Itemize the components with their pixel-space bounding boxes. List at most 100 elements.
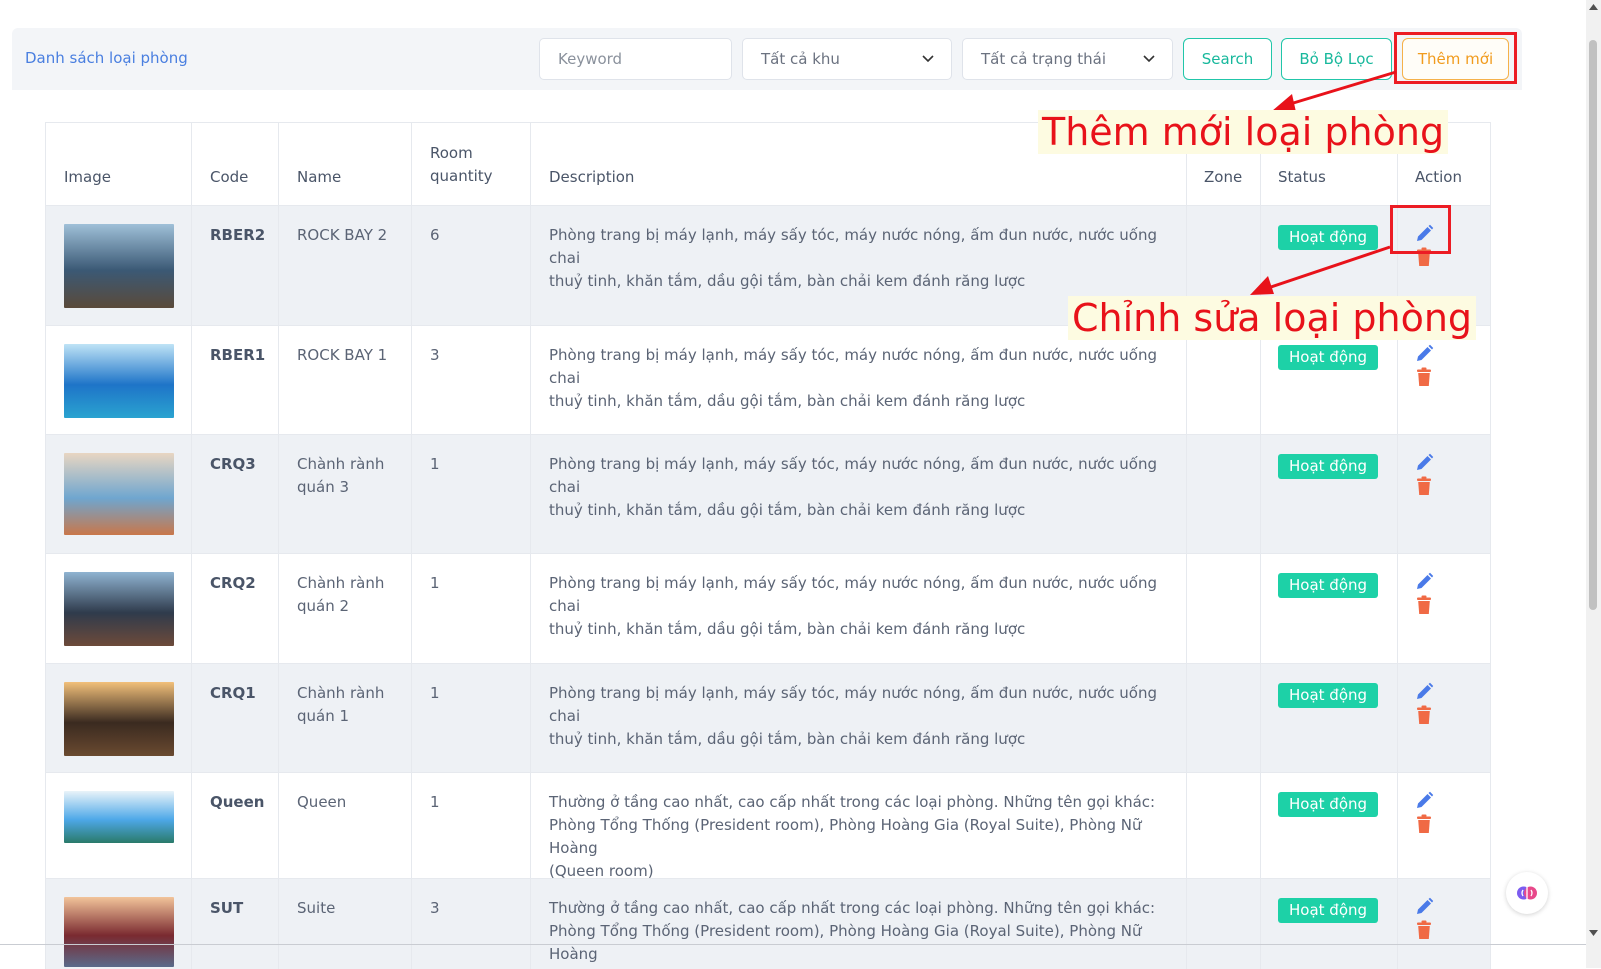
description-line1: Thường ở tầng cao nhất, cao cấp nhất tro… — [549, 899, 1156, 917]
column-header-room-quantity-line2: quantity — [430, 167, 493, 185]
room-name: ROCK BAY 2 — [297, 224, 387, 247]
room-code: CRQ3 — [210, 455, 256, 473]
status-select[interactable]: Tất cả trạng thái — [962, 38, 1173, 80]
page-scrollbar[interactable] — [1586, 0, 1601, 968]
room-name-line2: quán 2 — [297, 597, 350, 615]
room-description: Phòng trang bị máy lạnh, máy sấy tóc, má… — [549, 572, 1179, 641]
room-image — [64, 572, 174, 646]
room-quantity: 1 — [430, 684, 440, 702]
edit-pencil-icon[interactable] — [1414, 791, 1434, 811]
description-line2: thuỷ tinh, khăn tắm, dầu gội tắm, bàn ch… — [549, 501, 1026, 519]
room-code: RBER2 — [210, 226, 266, 244]
room-name-line1: Queen — [297, 793, 347, 811]
zone-select[interactable]: Tất cả khu — [742, 38, 952, 80]
description-line1: Phòng trang bị máy lạnh, máy sấy tóc, má… — [549, 455, 1157, 496]
room-name-line1: ROCK BAY 2 — [297, 226, 388, 244]
room-name: ROCK BAY 1 — [297, 344, 387, 367]
status-badge: Hoạt động — [1278, 225, 1379, 250]
chevron-down-icon — [1143, 55, 1155, 63]
room-code: CRQ2 — [210, 574, 256, 592]
trash-delete-icon[interactable] — [1414, 367, 1434, 387]
table-row: CRQ3 Chành rành quán 3 1 Phòng trang bị máy … — [46, 434, 1490, 553]
status-badge: Hoạt động — [1278, 345, 1379, 370]
room-description: Thường ở tầng cao nhất, cao cấp nhất tro… — [549, 791, 1179, 883]
room-name-line2: quán 1 — [297, 707, 350, 725]
room-name-line1: Chành rành — [297, 574, 385, 592]
status-badge: Hoạt động — [1278, 683, 1379, 708]
brain-icon — [1517, 886, 1537, 900]
room-description: Phòng trang bị máy lạnh, máy sấy tóc, má… — [549, 344, 1179, 413]
table-row: Queen Queen 1 Thường ở tầng cao nhất, cao c… — [46, 772, 1490, 880]
status-badge: Hoạt động — [1278, 573, 1379, 598]
room-description: Phòng trang bị máy lạnh, máy sấy tóc, má… — [549, 453, 1179, 522]
add-new-callout: Thêm mới loại phòng — [1038, 110, 1449, 154]
room-name: Queen — [297, 791, 346, 814]
room-image — [64, 791, 174, 843]
room-image — [64, 897, 174, 967]
edit-pencil-icon[interactable] — [1414, 572, 1434, 592]
room-image — [64, 453, 174, 535]
keyword-placeholder: Keyword — [558, 50, 623, 68]
description-line2: Phòng Tổng Thống (President room), Phòng… — [549, 816, 1142, 857]
room-name-line1: Suite — [297, 899, 336, 917]
search-button[interactable]: Search — [1183, 38, 1272, 80]
edit-pencil-icon[interactable] — [1414, 453, 1434, 473]
room-image — [64, 344, 174, 418]
edit-pencil-icon[interactable] — [1414, 344, 1434, 364]
room-type-table: Image Code Name Room quantity Descriptio… — [45, 122, 1491, 969]
add-button-highlight — [1394, 32, 1517, 84]
room-quantity: 3 — [430, 899, 440, 917]
scrollbar-thumb[interactable] — [1589, 40, 1597, 610]
room-code: RBER1 — [210, 346, 266, 364]
edit-pencil-icon[interactable] — [1414, 897, 1434, 917]
edit-callout: Chỉnh sửa loại phòng — [1068, 296, 1477, 340]
assistant-button[interactable] — [1506, 872, 1548, 914]
description-line1: Phòng trang bị máy lạnh, máy sấy tóc, má… — [549, 346, 1157, 387]
edit-pencil-icon[interactable] — [1414, 682, 1434, 702]
clear-filter-button[interactable]: Bỏ Bộ Lọc — [1281, 38, 1392, 80]
table-row: RBER1 ROCK BAY 1 3 Phòng trang bị máy lạnh,… — [46, 325, 1490, 434]
room-name: Chành rành quán 1 — [297, 682, 384, 728]
column-header-image: Image — [64, 168, 111, 186]
room-code: Queen — [210, 793, 265, 811]
room-name: Suite — [297, 897, 335, 920]
room-name-line2: quán 3 — [297, 478, 350, 496]
room-quantity: 3 — [430, 346, 440, 364]
description-line2: thuỷ tinh, khăn tắm, dầu gội tắm, bàn ch… — [549, 620, 1026, 638]
table-row: SUT Suite 3 Thường ở tầng cao nhất, cao cấp… — [46, 878, 1490, 969]
description-line1: Phòng trang bị máy lạnh, máy sấy tóc, má… — [549, 684, 1157, 725]
room-image — [64, 224, 174, 308]
status-select-value: Tất cả trạng thái — [981, 50, 1106, 68]
trash-delete-icon[interactable] — [1414, 595, 1434, 615]
trash-delete-icon[interactable] — [1414, 476, 1434, 496]
status-badge: Hoạt động — [1278, 898, 1379, 923]
room-name-line1: Chành rành — [297, 684, 385, 702]
column-header-room-quantity-line1: Room — [430, 144, 473, 162]
column-header-code: Code — [210, 168, 249, 186]
page-title: Danh sách loại phòng — [25, 49, 188, 67]
status-badge: Hoạt động — [1278, 454, 1379, 479]
column-header-description: Description — [549, 168, 635, 186]
keyword-search-input[interactable]: Keyword — [539, 38, 732, 80]
trash-delete-icon[interactable] — [1414, 705, 1434, 725]
room-image — [64, 682, 174, 756]
room-quantity: 1 — [430, 574, 440, 592]
scroll-down-icon[interactable] — [1589, 930, 1598, 936]
room-description: Thường ở tầng cao nhất, cao cấp nhất tro… — [549, 897, 1179, 966]
description-line2: Phòng Tổng Thống (President room), Phòng… — [549, 922, 1142, 963]
table-row: CRQ2 Chành rành quán 2 1 Phòng trang bị máy … — [46, 553, 1490, 663]
description-line2: thuỷ tinh, khăn tắm, dầu gội tắm, bàn ch… — [549, 392, 1026, 410]
room-name: Chành rành quán 2 — [297, 572, 384, 618]
room-code: SUT — [210, 899, 244, 917]
column-header-status: Status — [1278, 168, 1326, 186]
room-description: Phòng trang bị máy lạnh, máy sấy tóc, má… — [549, 682, 1179, 751]
room-name: Chành rành quán 3 — [297, 453, 384, 499]
trash-delete-icon[interactable] — [1414, 920, 1434, 940]
description-line1: Thường ở tầng cao nhất, cao cấp nhất tro… — [549, 793, 1156, 811]
edit-icon-highlight — [1390, 205, 1451, 254]
room-name-line1: Chành rành — [297, 455, 385, 473]
description-line2: thuỷ tinh, khăn tắm, dầu gội tắm, bàn ch… — [549, 272, 1026, 290]
description-line1: Phòng trang bị máy lạnh, máy sấy tóc, má… — [549, 574, 1157, 615]
scroll-up-icon[interactable] — [1589, 4, 1598, 10]
trash-delete-icon[interactable] — [1414, 814, 1434, 834]
